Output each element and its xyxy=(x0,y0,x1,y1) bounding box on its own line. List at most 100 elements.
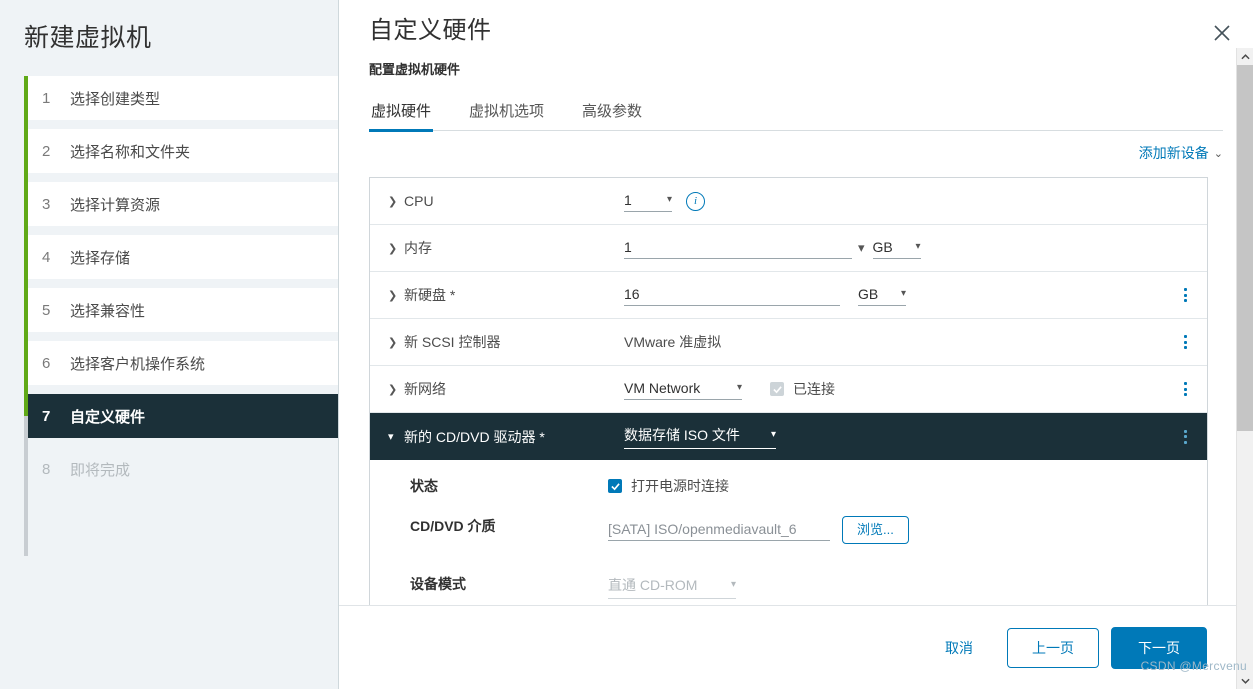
hardware-row-new-hard-disk: ❯ 新硬盘 * GB ▾ xyxy=(370,272,1207,319)
connect-at-power-on-checkbox[interactable] xyxy=(608,479,622,493)
sidebar-step-5[interactable]: 5 选择兼容性 xyxy=(28,288,338,332)
tab-advanced-params[interactable]: 高级参数 xyxy=(580,96,644,132)
cdrom-device-mode-label: 设备模式 xyxy=(410,576,466,592)
disk-unit-value: GB xyxy=(858,285,879,302)
next-button[interactable]: 下一页 xyxy=(1111,626,1207,669)
close-icon[interactable] xyxy=(1209,20,1235,46)
hardware-label-new-cd-dvd-drive: 新的 CD/DVD 驱动器 * xyxy=(404,428,545,445)
row-options-menu-new-network[interactable] xyxy=(1177,380,1193,398)
scrollbar-thumb[interactable] xyxy=(1237,65,1253,431)
row-options-menu-new-scsi-controller[interactable] xyxy=(1177,333,1193,351)
step-number: 1 xyxy=(42,89,51,107)
scroll-up-arrow-icon[interactable] xyxy=(1237,48,1253,65)
sidebar-step-6[interactable]: 6 选择客户机操作系统 xyxy=(28,341,338,385)
tab-virtual-hardware[interactable]: 虚拟硬件 xyxy=(369,96,434,132)
info-icon[interactable]: i xyxy=(686,191,705,211)
cpu-count-value: 1 xyxy=(624,191,632,208)
row-options-menu-new-hard-disk[interactable] xyxy=(1177,286,1193,304)
sidebar-step-4[interactable]: 4 选择存储 xyxy=(28,235,338,279)
sidebar-step-7[interactable]: 7 自定义硬件 xyxy=(28,394,338,438)
tab-bar: 虚拟硬件 虚拟机选项 高级参数 xyxy=(369,96,1223,132)
disk-unit-select[interactable]: GB ▾ xyxy=(858,285,906,306)
device-mode-select[interactable]: 直通 CD-ROM ▾ xyxy=(608,574,736,599)
network-connected-checkbox[interactable] xyxy=(770,382,784,396)
device-mode-value: 直通 CD-ROM xyxy=(608,577,698,593)
hardware-value-memory: ▾ GB ▾ xyxy=(624,237,1207,259)
page-title: 自定义硬件 xyxy=(369,17,492,44)
step-label: 选择存储 xyxy=(70,249,131,267)
step-label: 选择名称和文件夹 xyxy=(70,143,191,161)
hardware-row-new-scsi-controller: ❯ 新 SCSI 控制器 VMware 准虚拟 xyxy=(370,319,1207,366)
chevron-down-icon: ▾ xyxy=(770,429,776,440)
hardware-label-memory: 内存 xyxy=(404,240,432,256)
cdrom-status-value: 打开电源时连接 xyxy=(608,476,1207,496)
cdrom-field-media: CD/DVD 介质 浏览... xyxy=(370,516,1207,574)
sidebar-step-2[interactable]: 2 选择名称和文件夹 xyxy=(28,129,338,173)
cdrom-type-value: 数据存储 ISO 文件 xyxy=(624,427,740,443)
chevron-down-icon: ▾ xyxy=(736,381,742,393)
toolbar: 添加新设备 ⌄ xyxy=(339,131,1253,163)
hardware-value-new-hard-disk: GB ▾ xyxy=(624,284,1207,306)
step-label: 选择客户机操作系统 xyxy=(70,355,206,373)
memory-size-input[interactable] xyxy=(624,237,852,259)
sidebar-step-3[interactable]: 3 选择计算资源 xyxy=(28,182,338,226)
cpu-count-select[interactable]: 1 ▾ xyxy=(624,191,672,212)
row-options-menu-new-cd-dvd-drive[interactable] xyxy=(1177,428,1193,446)
vertical-scrollbar[interactable] xyxy=(1236,48,1253,689)
chevron-right-icon[interactable]: ❯ xyxy=(388,383,402,396)
hardware-label-cpu: CPU xyxy=(404,193,434,209)
scroll-down-arrow-icon[interactable] xyxy=(1237,672,1253,689)
main-header: 自定义硬件 配置虚拟机硬件 虚拟硬件 虚拟机选项 高级参数 xyxy=(339,0,1253,132)
tab-vm-options[interactable]: 虚拟机选项 xyxy=(467,96,546,132)
hardware-table: ❯ CPU 1 ▾ i ❯ 内存 ▾ xyxy=(369,177,1208,605)
network-select[interactable]: VM Network ▾ xyxy=(624,379,742,400)
hardware-row-cpu: ❯ CPU 1 ▾ i xyxy=(370,178,1207,225)
wizard-sidebar: 新建虚拟机 1 选择创建类型 2 选择名称和文件夹 3 选择计算资源 4 选择存… xyxy=(0,0,339,689)
step-number: 6 xyxy=(42,354,51,372)
page-subtitle: 配置虚拟机硬件 xyxy=(369,62,461,77)
cdrom-status-label: 状态 xyxy=(410,478,438,494)
hardware-row-new-cd-dvd-drive: ▾ 新的 CD/DVD 驱动器 * 数据存储 ISO 文件 ▾ xyxy=(370,413,1207,460)
step-number: 8 xyxy=(42,460,51,478)
chevron-right-icon[interactable]: ❯ xyxy=(388,336,402,349)
cdrom-media-value: 浏览... xyxy=(608,516,1207,545)
disk-size-input[interactable] xyxy=(624,284,840,306)
cdrom-type-select[interactable]: 数据存储 ISO 文件 ▾ xyxy=(624,424,776,449)
sidebar-step-1[interactable]: 1 选择创建类型 xyxy=(28,76,338,120)
memory-unit-select[interactable]: GB ▾ xyxy=(872,238,921,259)
step-label: 即将完成 xyxy=(70,461,131,479)
chevron-right-icon[interactable]: ❯ xyxy=(388,242,402,255)
hardware-label-new-scsi-controller: 新 SCSI 控制器 xyxy=(404,334,501,350)
add-new-device-label: 添加新设备 xyxy=(1138,145,1209,161)
wizard-footer: 取消 上一页 下一页 xyxy=(339,605,1253,689)
cdrom-media-label: CD/DVD 介质 xyxy=(410,518,496,534)
hardware-value-new-scsi-controller: VMware 准虚拟 xyxy=(624,332,1207,352)
chevron-down-icon[interactable]: ▾ xyxy=(858,240,865,256)
chevron-down-icon: ▾ xyxy=(900,287,906,299)
hardware-value-cpu: 1 ▾ i xyxy=(624,191,1207,212)
hardware-label-new-hard-disk: 新硬盘 * xyxy=(404,287,456,303)
step-number: 4 xyxy=(42,248,51,266)
chevron-right-icon[interactable]: ❯ xyxy=(388,289,402,302)
chevron-down-icon[interactable]: ▾ xyxy=(388,430,402,443)
step-number: 3 xyxy=(42,195,51,213)
chevron-down-icon: ⌄ xyxy=(1213,147,1223,160)
step-label: 选择创建类型 xyxy=(70,90,161,108)
browse-button[interactable]: 浏览... xyxy=(842,516,909,545)
network-connected-label: 已连接 xyxy=(793,381,835,397)
cancel-button[interactable]: 取消 xyxy=(929,629,989,667)
add-new-device-button[interactable]: 添加新设备 ⌄ xyxy=(1139,143,1223,163)
back-button[interactable]: 上一页 xyxy=(1007,627,1099,668)
wizard-main-panel: 自定义硬件 配置虚拟机硬件 虚拟硬件 虚拟机选项 高级参数 添加新设备 ⌄ ❯ … xyxy=(339,0,1253,689)
hardware-row-memory: ❯ 内存 ▾ GB ▾ xyxy=(370,225,1207,272)
chevron-down-icon: ▾ xyxy=(730,579,736,590)
cdrom-device-mode-value: 直通 CD-ROM ▾ xyxy=(608,574,1207,599)
hardware-label-new-network: 新网络 xyxy=(404,381,446,397)
step-number: 5 xyxy=(42,301,51,319)
chevron-right-icon[interactable]: ❯ xyxy=(388,195,402,208)
chevron-down-icon: ▾ xyxy=(666,193,672,205)
hardware-list-scroll-area: ❯ CPU 1 ▾ i ❯ 内存 ▾ xyxy=(339,163,1253,605)
sidebar-step-8[interactable]: 8 即将完成 xyxy=(28,447,338,491)
cdrom-media-input[interactable] xyxy=(608,519,830,542)
step-label: 选择计算资源 xyxy=(70,196,161,214)
